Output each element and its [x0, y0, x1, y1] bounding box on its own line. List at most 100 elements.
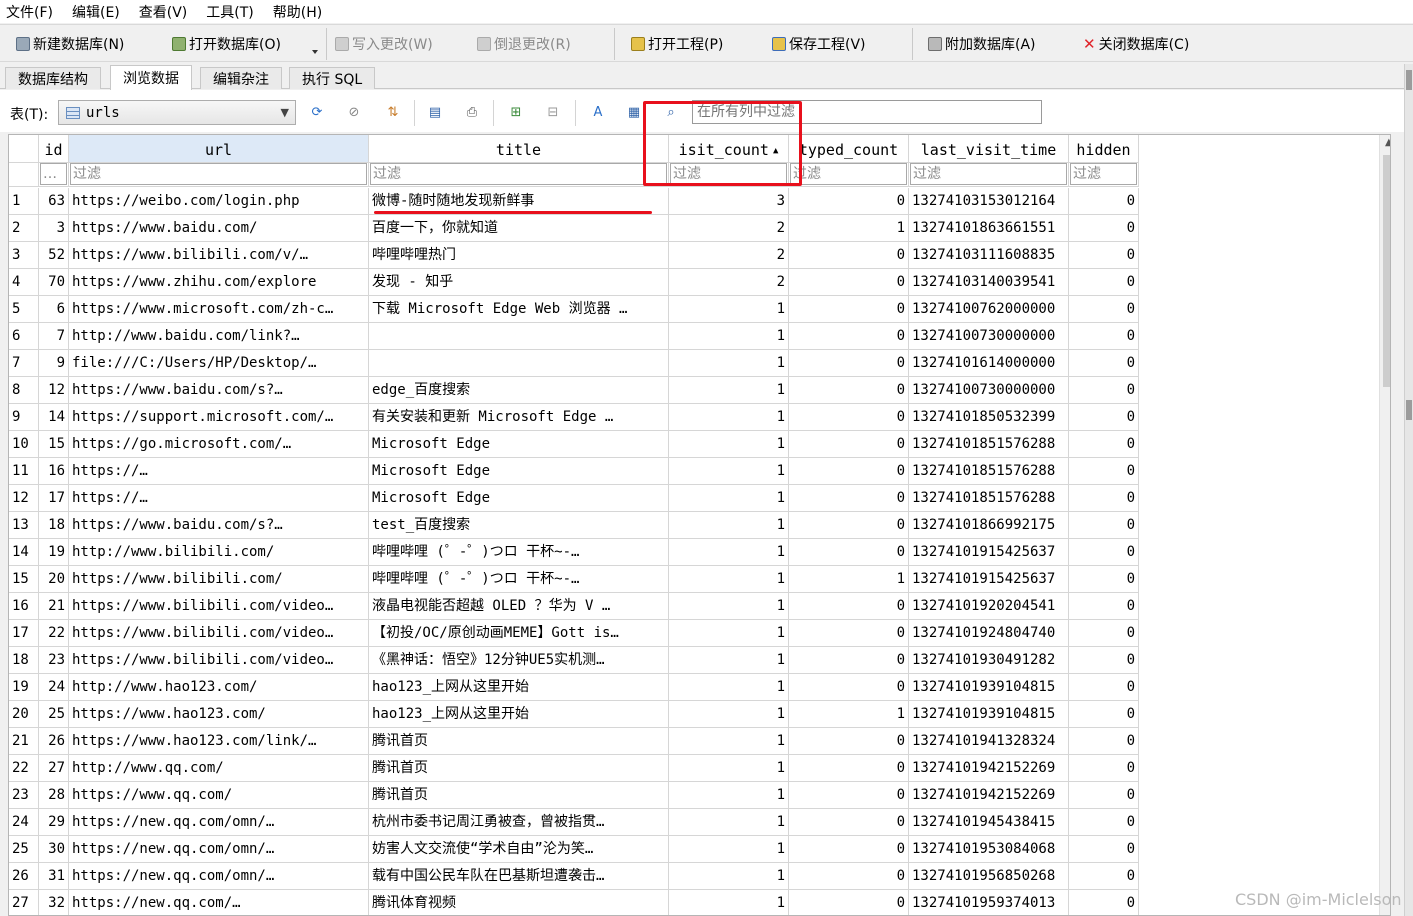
table-row[interactable]: 20 25 https://www.hao123.com/hao123_上网从这里开…: [9, 701, 1139, 728]
cell-typed-count[interactable]: 0: [789, 269, 909, 296]
row-number[interactable]: 20: [9, 701, 39, 728]
cell-title[interactable]: Microsoft Edge: [369, 458, 669, 485]
menu-tools[interactable]: 工具(T): [206, 2, 253, 22]
cell-url[interactable]: https://www.qq.com/: [69, 782, 369, 809]
cell-id[interactable]: 7: [39, 323, 69, 350]
cell-title[interactable]: 腾讯首页: [369, 782, 669, 809]
cell-isit-count[interactable]: 1: [669, 863, 789, 890]
cell-isit-count[interactable]: 1: [669, 512, 789, 539]
table-row[interactable]: 16 21 https://www.bilibili.com/video… 液晶电视能…: [9, 593, 1139, 620]
cell-isit-count[interactable]: 1: [669, 593, 789, 620]
cell-last-visit-time[interactable]: 13274101959374013: [909, 890, 1069, 915]
scrollbar-thumb[interactable]: [1383, 155, 1390, 387]
table-row[interactable]: 15 20 https://www.bilibili.com/哔哩哔哩 (゜-゜)つ…: [9, 566, 1139, 593]
cell-id[interactable]: 29: [39, 809, 69, 836]
cell-title[interactable]: test_百度搜索: [369, 512, 669, 539]
cell-id[interactable]: 20: [39, 566, 69, 593]
cell-isit-count[interactable]: 1: [669, 323, 789, 350]
table-select[interactable]: urls ▼: [58, 100, 296, 125]
cell-hidden[interactable]: 0: [1069, 323, 1139, 350]
table-row[interactable]: 24 29 https://new.qq.com/omn/… 杭州市委书记周江勇被查，…: [9, 809, 1139, 836]
cell-last-visit-time[interactable]: 13274101866992175: [909, 512, 1069, 539]
cell-typed-count[interactable]: 0: [789, 350, 909, 377]
cell-url[interactable]: https://go.microsoft.com/…: [69, 431, 369, 458]
cell-id[interactable]: 6: [39, 296, 69, 323]
cell-url[interactable]: https://weibo.com/login.php: [69, 188, 369, 215]
row-number[interactable]: 11: [9, 458, 39, 485]
cell-url[interactable]: file:///C:/Users/HP/Desktop/…: [69, 350, 369, 377]
row-number[interactable]: 25: [9, 836, 39, 863]
cell-title[interactable]: 液晶电视能否超越 OLED ？华为 V …: [369, 593, 669, 620]
cell-isit-count[interactable]: 1: [669, 431, 789, 458]
cell-typed-count[interactable]: 0: [789, 404, 909, 431]
cell-isit-count[interactable]: 2: [669, 215, 789, 242]
close-database-button[interactable]: ✕ 关闭数据库(C): [1083, 33, 1189, 55]
cell-last-visit-time[interactable]: 13274103111608835: [909, 242, 1069, 269]
cell-hidden[interactable]: 0: [1069, 296, 1139, 323]
cell-isit-count[interactable]: 1: [669, 755, 789, 782]
save-table-icon[interactable]: ▤: [427, 105, 443, 121]
filter-input-title[interactable]: 过滤: [370, 163, 667, 185]
cell-url[interactable]: https://www.bilibili.com/: [69, 566, 369, 593]
open-database-button[interactable]: 打开数据库(O): [172, 33, 281, 55]
row-number[interactable]: 18: [9, 647, 39, 674]
table-row[interactable]: 12 17 https://… Microsoft Edge 1 0 13274101851…: [9, 485, 1139, 512]
cell-typed-count[interactable]: 0: [789, 593, 909, 620]
table-row[interactable]: 23 28 https://www.qq.com/腾讯首页 1 0 13274101942…: [9, 782, 1139, 809]
cell-id[interactable]: 18: [39, 512, 69, 539]
cell-hidden[interactable]: 0: [1069, 674, 1139, 701]
clear-sorting-icon[interactable]: ⇅: [385, 105, 401, 121]
cell-id[interactable]: 17: [39, 485, 69, 512]
cell-title[interactable]: hao123_上网从这里开始: [369, 674, 669, 701]
vertical-scrollbar[interactable]: ▲: [1379, 135, 1390, 915]
set-encoding-icon[interactable]: ▦: [626, 105, 642, 121]
table-row[interactable]: 21 26 https://www.hao123.com/link/… 腾讯首页 1 0 1…: [9, 728, 1139, 755]
cell-isit-count[interactable]: 1: [669, 296, 789, 323]
row-number[interactable]: 17: [9, 620, 39, 647]
table-row[interactable]: 3 52 https://www.bilibili.com/v/… 哔哩哔哩热门 2 0 1…: [9, 242, 1139, 269]
table-row[interactable]: 9 14 https://support.microsoft.com/… 有关安装和更…: [9, 404, 1139, 431]
cell-hidden[interactable]: 0: [1069, 647, 1139, 674]
cell-id[interactable]: 23: [39, 647, 69, 674]
cell-typed-count[interactable]: 0: [789, 242, 909, 269]
row-number[interactable]: 9: [9, 404, 39, 431]
cell-typed-count[interactable]: 0: [789, 431, 909, 458]
cell-hidden[interactable]: 0: [1069, 188, 1139, 215]
cell-id[interactable]: 9: [39, 350, 69, 377]
cell-url[interactable]: https://www.bilibili.com/v/…: [69, 242, 369, 269]
cell-title[interactable]: 哔哩哔哩 (゜-゜)つロ 干杯~-…: [369, 539, 669, 566]
filter-input-id[interactable]: …: [40, 163, 67, 185]
row-number[interactable]: 13: [9, 512, 39, 539]
cell-isit-count[interactable]: 1: [669, 701, 789, 728]
cell-typed-count[interactable]: 0: [789, 674, 909, 701]
cell-isit-count[interactable]: 2: [669, 242, 789, 269]
cell-id[interactable]: 14: [39, 404, 69, 431]
column-header-last-visit-time[interactable]: last_visit_time: [909, 135, 1069, 163]
cell-typed-count[interactable]: 0: [789, 539, 909, 566]
scroll-up-icon[interactable]: ▲: [1385, 137, 1390, 148]
cell-title[interactable]: [369, 323, 669, 350]
table-row[interactable]: 11 16 https://… Microsoft Edge 1 0 13274101851…: [9, 458, 1139, 485]
cell-title[interactable]: Microsoft Edge: [369, 431, 669, 458]
cell-id[interactable]: 31: [39, 863, 69, 890]
cell-isit-count[interactable]: 1: [669, 809, 789, 836]
cell-url[interactable]: https://www.hao123.com/: [69, 701, 369, 728]
cell-hidden[interactable]: 0: [1069, 809, 1139, 836]
table-row[interactable]: 17 22 https://www.bilibili.com/video… 【初投/O…: [9, 620, 1139, 647]
table-row[interactable]: 18 23 https://www.bilibili.com/video… 《黑神话：…: [9, 647, 1139, 674]
table-row[interactable]: 7 9 file:///C:/Users/HP/Desktop/… 1 0 1327410…: [9, 350, 1139, 377]
cell-id[interactable]: 28: [39, 782, 69, 809]
row-number[interactable]: 8: [9, 377, 39, 404]
cell-hidden[interactable]: 0: [1069, 593, 1139, 620]
cell-url[interactable]: https://new.qq.com/omn/…: [69, 809, 369, 836]
row-number[interactable]: 19: [9, 674, 39, 701]
cell-url[interactable]: http://www.hao123.com/: [69, 674, 369, 701]
cell-url[interactable]: https://www.bilibili.com/video…: [69, 593, 369, 620]
row-number[interactable]: 7: [9, 350, 39, 377]
cell-isit-count[interactable]: 1: [669, 377, 789, 404]
cell-url[interactable]: http://www.baidu.com/link?…: [69, 323, 369, 350]
cell-title[interactable]: 腾讯首页: [369, 728, 669, 755]
cell-title[interactable]: 载有中国公民车队在巴基斯坦遭袭击…: [369, 863, 669, 890]
row-number[interactable]: 23: [9, 782, 39, 809]
cell-id[interactable]: 32: [39, 890, 69, 915]
